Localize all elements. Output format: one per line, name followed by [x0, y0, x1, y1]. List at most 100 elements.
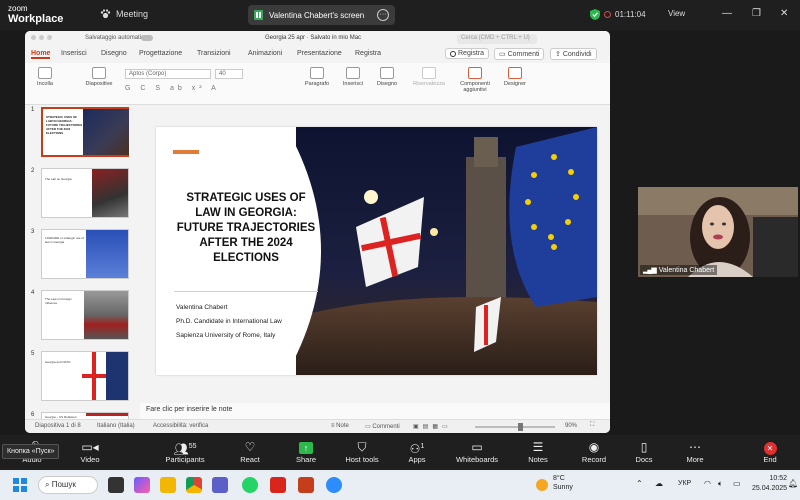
volume-icon[interactable]: 🔈︎	[718, 479, 723, 489]
file-explorer-icon[interactable]	[160, 477, 176, 493]
comments-toggle[interactable]: ▭ Commenti	[365, 423, 400, 430]
network-tray-icon[interactable]: ☁	[655, 479, 663, 488]
weather-desc: Sunny	[553, 484, 573, 491]
notes-input[interactable]: Fare clic per inserire le note	[140, 403, 610, 419]
layout-button[interactable]: Diapositive	[79, 67, 119, 87]
more-button[interactable]: ⋯ More	[665, 439, 725, 464]
shield-check-icon	[590, 9, 600, 20]
thumbnail-slide-1[interactable]: STRATEGIC USES OF LAW IN GEORGIA: FUTURE…	[41, 107, 129, 157]
language-indicator[interactable]: УКР	[678, 480, 691, 487]
font-size-select[interactable]: 40	[215, 69, 243, 79]
slide-counter: Diapositiva 1 di 8	[35, 423, 81, 429]
sensitivity-icon	[422, 67, 436, 79]
whiteboards-button[interactable]: ▭ Whiteboards	[447, 439, 507, 464]
paragraph-button[interactable]: Paragrafo	[297, 67, 337, 87]
view-button[interactable]: View	[668, 9, 685, 18]
tray-chevron-icon[interactable]: ⌃	[636, 479, 643, 488]
sensitivity-button[interactable]: Riservatezza	[409, 67, 449, 87]
slide-affiliation: Sapienza University of Rome, Italy	[176, 332, 276, 339]
tab-transitions[interactable]: Transizioni	[197, 50, 231, 57]
more-options-icon[interactable]: ···	[377, 9, 389, 21]
font-format-buttons[interactable]: G C S ab x² A	[125, 85, 220, 92]
thumbnail-slide-5[interactable]: Georgia and NATO	[41, 351, 129, 401]
clock[interactable]: 10:52 25.04.2025	[752, 474, 787, 494]
comments-button[interactable]: ▭ Commenti	[494, 48, 545, 60]
tab-slideshow[interactable]: Presentazione	[297, 50, 342, 57]
weather-widget[interactable]: 8°C Sunny	[553, 474, 573, 492]
designer-button[interactable]: Designer	[495, 67, 535, 87]
notes-button[interactable]: ☰ Notes	[508, 439, 568, 464]
acrobat-icon[interactable]	[270, 477, 286, 493]
chrome-icon[interactable]	[186, 477, 202, 493]
language-label[interactable]: Italiano (Italia)	[97, 423, 135, 429]
tab-home[interactable]: Home	[31, 50, 51, 59]
task-view-icon[interactable]	[108, 477, 124, 493]
host-tools-button[interactable]: ⛉ Host tools	[332, 439, 392, 464]
thumbnail-slide-4[interactable]: The Law on Foreign Influence	[41, 290, 129, 340]
end-button[interactable]: ✕ End	[740, 439, 800, 464]
tab-record[interactable]: Registra	[355, 50, 381, 57]
zoom-level: 90%	[565, 423, 578, 429]
accessibility-status[interactable]: Accessibilità: verifica	[153, 423, 208, 429]
draw-button[interactable]: Disegno	[367, 67, 407, 87]
whatsapp-icon[interactable]	[242, 477, 258, 493]
close-icon[interactable]: ✕	[780, 8, 788, 19]
tab-draw[interactable]: Disegno	[101, 50, 127, 57]
thumb-number: 2	[31, 168, 35, 174]
traffic-lights[interactable]	[31, 35, 52, 40]
copilot-icon[interactable]	[134, 477, 150, 493]
participant-video[interactable]	[638, 187, 798, 277]
thumb-title: The Law on Foreign Influence	[45, 297, 72, 305]
meeting-label: Meeting	[116, 9, 149, 19]
ppt-search-input[interactable]: Cerca (CMD + CTRL + U)	[457, 34, 537, 44]
fit-slide-icon[interactable]: ⛶	[590, 422, 594, 429]
powerpoint-window: Salvataggio automatico Georgia 25 apr · …	[25, 31, 610, 433]
react-button[interactable]: ♡ React	[220, 439, 280, 464]
share-screen-button[interactable]: ↑ Share	[276, 439, 336, 464]
slide-icon	[92, 67, 106, 79]
meeting-menu[interactable]: Meeting	[100, 9, 148, 19]
participant-video-frame	[638, 187, 798, 277]
divider	[174, 291, 318, 292]
minimize-icon[interactable]: —	[722, 8, 732, 19]
powerpoint-icon[interactable]	[298, 477, 314, 493]
main-slide[interactable]: STRATEGIC USES OF LAW IN GEORGIA: FUTURE…	[156, 127, 597, 375]
thumbnail-slide-2[interactable]: The Lab on Georgia	[41, 168, 129, 218]
addins-button[interactable]: Componenti aggiuntivi	[453, 67, 497, 93]
record-button[interactable]: Registra	[445, 48, 490, 59]
share-button[interactable]: ⇪ Condividi	[550, 48, 597, 60]
wifi-icon[interactable]: ◠	[704, 479, 711, 488]
thumb-title: The Lab on Georgia	[45, 177, 72, 181]
taskbar-search-input[interactable]: ⌕ Пошук	[38, 476, 98, 494]
notification-bell-icon[interactable]: 🔔︎	[788, 479, 798, 488]
paste-button[interactable]: Incolla	[25, 67, 65, 87]
video-button[interactable]: ▭◂ Video	[60, 439, 120, 464]
tab-design[interactable]: Progettazione	[139, 50, 182, 57]
battery-icon[interactable]: ▭	[733, 479, 741, 488]
tab-animations[interactable]: Animazioni	[248, 50, 282, 57]
notes-toggle[interactable]: ≡ Note	[331, 423, 349, 429]
recording-icon	[604, 11, 611, 18]
thumbnail-slide-3[interactable]: LAWFARE or strategic use of law in Georg…	[41, 229, 129, 279]
thumb-number: 1	[31, 107, 35, 113]
thumb-number: 6	[31, 412, 35, 418]
zoom-taskbar-icon[interactable]	[326, 477, 342, 493]
windows-start-icon[interactable]	[12, 477, 28, 493]
zoom-slider[interactable]	[475, 426, 555, 428]
restore-icon[interactable]: ❐	[752, 8, 761, 19]
apps-icon: ⚇1	[409, 442, 425, 456]
participants-count: 55	[188, 443, 197, 450]
teams-icon[interactable]	[212, 477, 228, 493]
tab-insert[interactable]: Inserisci	[61, 50, 87, 57]
autosave-toggle[interactable]	[141, 35, 153, 41]
view-switcher[interactable]: ▣▤▦▭	[413, 423, 452, 430]
screen-share-label: Valentina Chabert's screen	[269, 10, 365, 20]
clock-date: 25.04.2025	[752, 485, 788, 492]
apps-button[interactable]: ⚇1 Apps	[387, 439, 447, 464]
share-icon: ⇪	[555, 51, 563, 58]
font-name-select[interactable]: Aptos (Corpo)	[125, 69, 211, 79]
participants-button[interactable]: 👥︎55 Participants	[155, 439, 215, 464]
share-screen-icon: ↑	[276, 439, 336, 455]
zoom-slider-thumb[interactable]	[518, 423, 523, 431]
screen-share-pill[interactable]: Valentina Chabert's screen ···	[248, 5, 395, 25]
